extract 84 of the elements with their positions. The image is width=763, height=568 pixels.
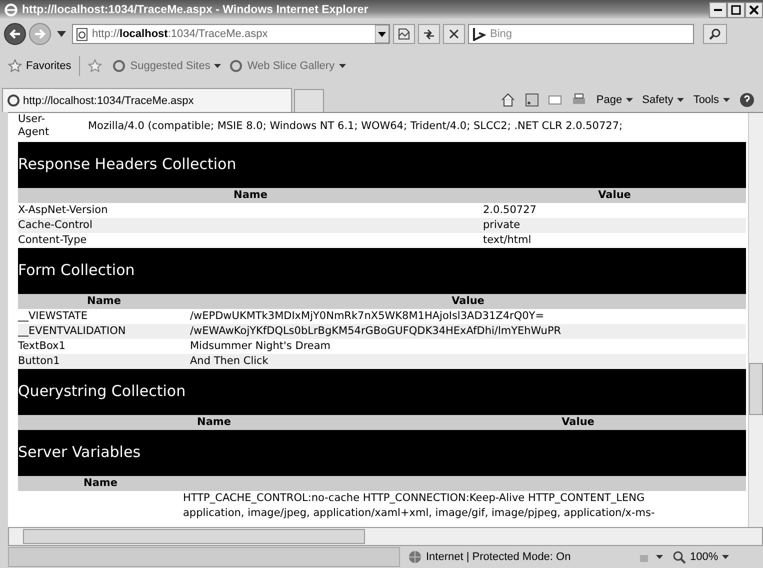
- table-cell-text: text/html: [483, 233, 532, 248]
- compatibility-view-button[interactable]: [393, 24, 415, 44]
- table-cell-text: __EVENTVALIDATION: [18, 324, 127, 339]
- table-cell-text: TextBox1: [18, 339, 66, 354]
- table-cell-text: Mozilla/4.0 (compatible; MSIE 8.0; Windows NT 6.1; WOW64; Trident/4.0; SLCC2; .NET CLR 2.0.50727;: [88, 119, 623, 134]
- close-button[interactable]: [745, 2, 763, 18]
- column-header: Value: [597, 188, 632, 203]
- add-favorite-icon[interactable]: [88, 59, 104, 73]
- table-cell-text: 2.0.50727: [483, 203, 538, 218]
- table-cell-text: User-Agent: [18, 113, 50, 140]
- column-header: Name: [196, 415, 232, 430]
- table-cell-text: /wEWAwKojYKfDQLs0bLrBgKM54rGBoGUFQDK34HExAfDhi/lmYEhWuPR: [190, 324, 562, 339]
- search-icon: [709, 28, 721, 40]
- scroll-thumb[interactable]: [23, 529, 365, 544]
- home-icon[interactable]: [500, 92, 516, 108]
- dropdown-caret-icon: [626, 98, 634, 102]
- address-field[interactable]: http://localhost:1034/TraceMe.aspx: [72, 24, 390, 44]
- scroll-thumb[interactable]: [749, 363, 763, 415]
- dropdown-caret-icon: [722, 555, 730, 559]
- printer-icon[interactable]: [571, 93, 588, 107]
- command-menu-button[interactable]: Page: [596, 94, 634, 106]
- page-icon: [76, 28, 89, 40]
- table-cell-text: __VIEWSTATE: [18, 309, 88, 324]
- broken-page-icon: [398, 28, 410, 40]
- tab-title: http://localhost:1034/TraceMe.aspx: [23, 94, 194, 106]
- column-header: Value: [450, 294, 486, 309]
- table-cell-text: application, image/jpeg, application/xaml+xml, image/gif, image/pjpeg, application/x-ms-: [183, 506, 656, 521]
- stop-x-icon: [448, 28, 460, 40]
- column-header: Name: [82, 476, 118, 491]
- mail-icon[interactable]: [548, 94, 562, 106]
- section-heading: Server Variables: [18, 430, 746, 476]
- table-cell-text: /wEPDwUKMTk3MDIxMjY0NmRk7nX5WK8M1HAjoIsl3AD31Z4rQ0Y=: [190, 309, 546, 324]
- window-title: http://localhost:1034/TraceMe.aspx - Windows Internet Explorer: [22, 4, 370, 16]
- help-icon[interactable]: [739, 92, 755, 108]
- favorites-button[interactable]: Favorites: [8, 59, 72, 73]
- dropdown-caret-icon: [338, 64, 346, 68]
- dropdown-caret-icon: [723, 98, 730, 102]
- table-cell-text: Button1: [18, 354, 61, 369]
- minimize-button[interactable]: [709, 2, 727, 18]
- minimize-icon: [714, 9, 722, 11]
- globe-icon: [408, 550, 422, 564]
- command-menu-button[interactable]: Safety: [642, 94, 684, 106]
- maximize-icon: [731, 5, 741, 15]
- favorites-link[interactable]: Suggested Sites: [112, 59, 222, 73]
- star-icon: [8, 59, 22, 73]
- section-heading: Form Collection: [18, 248, 746, 294]
- table-cell-text: private: [483, 218, 522, 233]
- dropdown-caret-icon[interactable]: [375, 25, 389, 43]
- column-header: Value: [560, 415, 596, 430]
- page-icon: [112, 59, 126, 73]
- table-cell-text: X-AspNet-Version: [18, 203, 109, 218]
- dropdown-caret-icon[interactable]: [57, 31, 66, 37]
- zoom-button[interactable]: 100%: [672, 550, 730, 564]
- search-button[interactable]: [703, 24, 727, 44]
- browser-tab[interactable]: http://localhost:1034/TraceMe.aspx: [2, 88, 292, 112]
- horizontal-scrollbar[interactable]: [8, 527, 763, 546]
- security-zone-text: Internet | Protected Mode: On: [426, 551, 571, 563]
- section-heading: Querystring Collection: [18, 369, 746, 415]
- dropdown-caret-icon: [677, 98, 684, 102]
- table-cell-text: Content-Type: [18, 233, 88, 248]
- section-heading: Response Headers Collection: [18, 142, 746, 188]
- back-arrow-icon: [8, 27, 22, 41]
- table-cell-text: HTTP_CACHE_CONTROL:no-cache HTTP_CONNECTION:Keep-Alive HTTP_CONTENT_LENG: [183, 491, 646, 506]
- close-icon: [749, 5, 759, 15]
- forward-arrow-icon: [33, 27, 47, 41]
- page-icon: [229, 59, 244, 73]
- magnifier-icon: [672, 550, 686, 564]
- stop-button[interactable]: [443, 24, 465, 44]
- column-header: Name: [232, 188, 268, 203]
- table-cell-text: Midsummer Night's Dream: [190, 339, 332, 354]
- table-cell-text: Cache-Control: [18, 218, 94, 233]
- search-field[interactable]: Bing: [468, 24, 694, 44]
- feed-icon[interactable]: [525, 93, 540, 107]
- vertical-scrollbar[interactable]: [748, 113, 763, 527]
- column-header: Name: [86, 294, 122, 309]
- page-icon: [7, 94, 20, 107]
- table-cell-text: And Then Click: [190, 354, 270, 369]
- refresh-button[interactable]: [418, 24, 440, 44]
- command-menu-button[interactable]: Tools: [693, 94, 730, 106]
- dropdown-caret-icon: [214, 64, 222, 68]
- refresh-arrows-icon: [423, 28, 435, 40]
- maximize-button[interactable]: [727, 2, 745, 18]
- favorites-link[interactable]: Web Slice Gallery: [229, 59, 346, 73]
- back-button[interactable]: [4, 23, 26, 45]
